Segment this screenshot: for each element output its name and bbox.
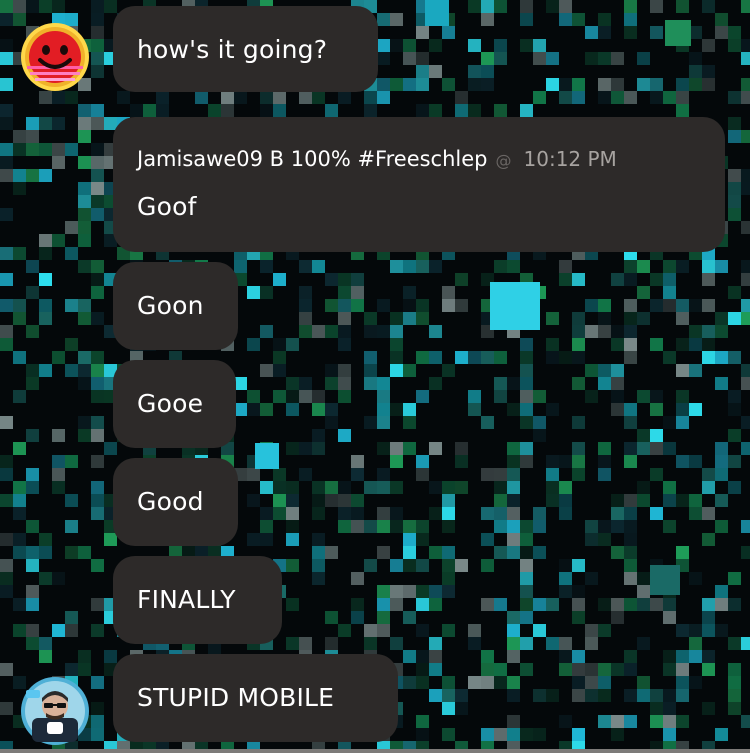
message-bubble[interactable]: Good bbox=[113, 458, 238, 546]
user-avatar-smiley[interactable] bbox=[20, 22, 90, 92]
message-bubble[interactable]: Gooe bbox=[113, 360, 236, 448]
message-bubble[interactable]: STUPID MOBILE bbox=[113, 654, 398, 742]
message-bubble[interactable]: how's it going? bbox=[113, 6, 378, 92]
message-timestamp: 10:12 PM bbox=[523, 147, 617, 171]
message-text: STUPID MOBILE bbox=[137, 683, 335, 712]
message-text: Goon bbox=[137, 291, 204, 320]
mention-icon[interactable]: @ bbox=[496, 151, 512, 170]
message-text: Goof bbox=[137, 192, 197, 221]
user-avatar-character[interactable] bbox=[20, 676, 90, 746]
message-text: Gooe bbox=[137, 389, 204, 418]
message-header: Jamisawe09 B 100% #Freeschlep @10:12 PM bbox=[137, 146, 617, 174]
message-text: FINALLY bbox=[137, 585, 236, 614]
cartoon-character-icon bbox=[21, 677, 89, 745]
chat-view: how's it going? Jamisawe09 B 100% #Frees… bbox=[0, 0, 750, 753]
message-bubble-with-header[interactable]: Jamisawe09 B 100% #Freeschlep @10:12 PM G… bbox=[113, 117, 725, 252]
message-text: how's it going? bbox=[137, 35, 328, 64]
home-indicator-bar bbox=[0, 749, 750, 753]
message-bubble[interactable]: FINALLY bbox=[113, 556, 282, 644]
sender-name[interactable]: Jamisawe09 B 100% #Freeschlep bbox=[137, 147, 488, 171]
red-smiley-face-icon bbox=[21, 23, 89, 91]
message-text: Good bbox=[137, 487, 204, 516]
message-bubble[interactable]: Goon bbox=[113, 262, 238, 350]
